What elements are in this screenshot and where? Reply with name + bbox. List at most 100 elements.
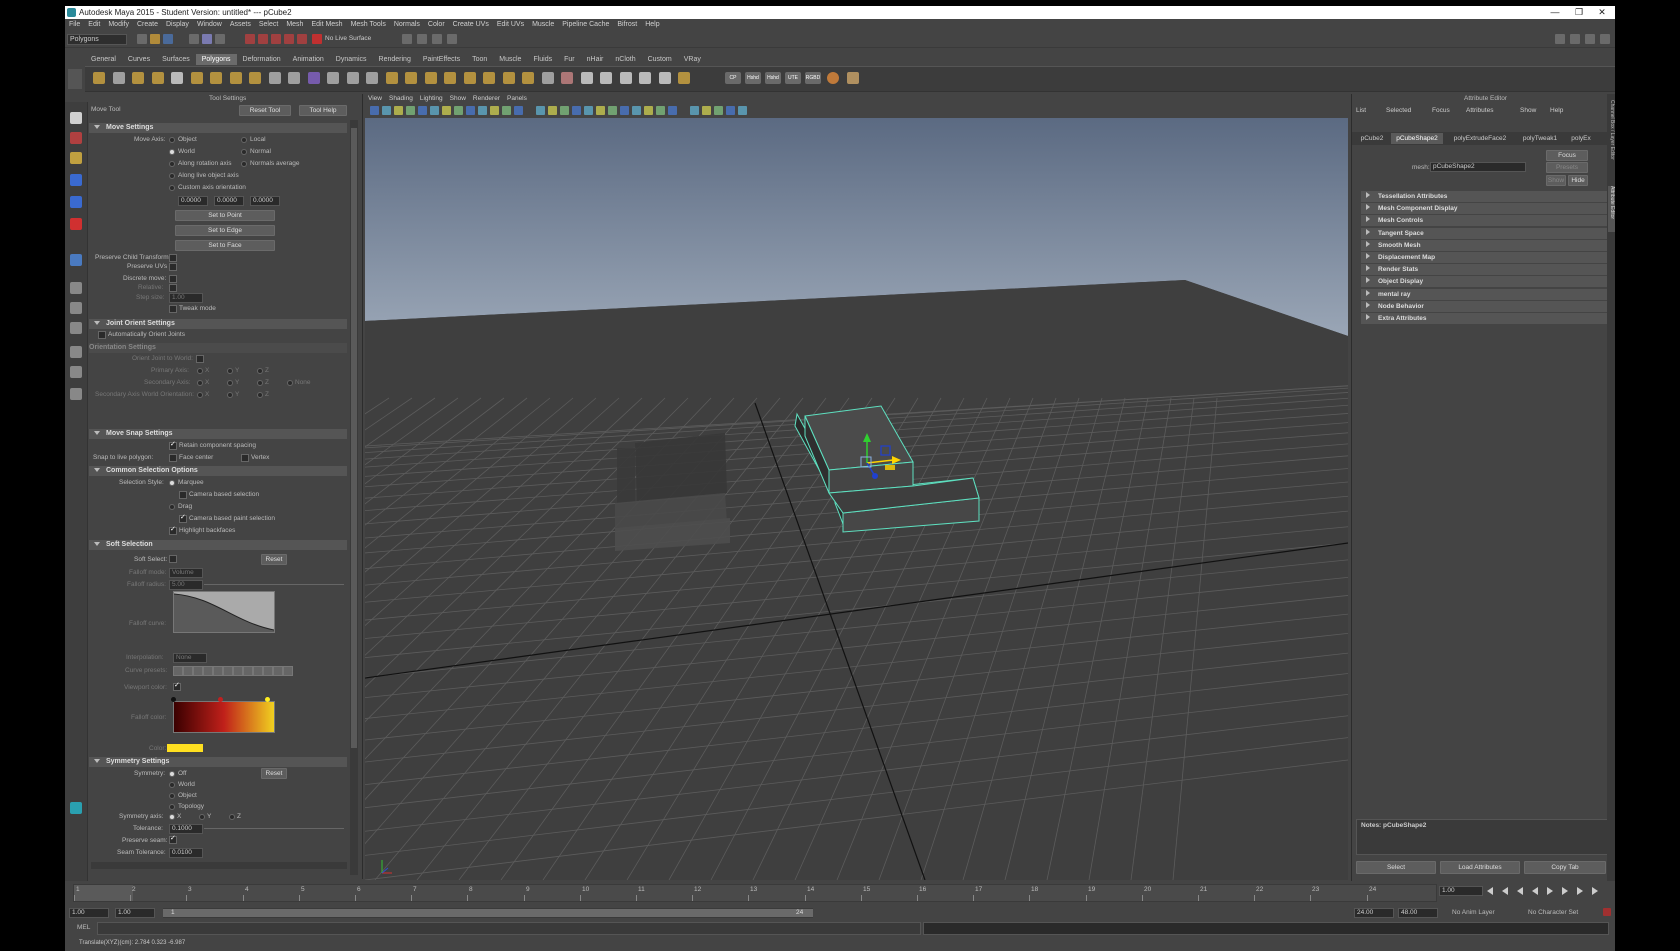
falloff-mode-dropdown[interactable]: Volume bbox=[169, 568, 203, 578]
mesh-name-field[interactable]: pCubeShape2 bbox=[1430, 162, 1526, 172]
symmetry-axis-x-radio[interactable] bbox=[169, 814, 175, 820]
render-settings-icon[interactable] bbox=[432, 34, 442, 44]
textured-icon[interactable] bbox=[584, 106, 593, 115]
shelf-tab-dynamics[interactable]: Dynamics bbox=[330, 54, 373, 65]
show-button[interactable]: Show bbox=[1546, 175, 1566, 186]
ae-tab-pcubeshape2[interactable]: pCubeShape2 bbox=[1391, 133, 1443, 144]
step-forward-frame-icon[interactable] bbox=[1562, 887, 1568, 895]
secondary_axis-x-radio[interactable] bbox=[197, 380, 203, 386]
ae-section-extra-attributes[interactable]: Extra Attributes bbox=[1361, 313, 1607, 325]
toggle-sidebar-icon[interactable] bbox=[1555, 34, 1565, 44]
split-polygon-icon[interactable] bbox=[502, 72, 515, 84]
current-time-marker[interactable] bbox=[74, 885, 133, 901]
select-component-icon[interactable] bbox=[215, 34, 225, 44]
step-forward-key-icon[interactable] bbox=[1577, 887, 1583, 895]
render-frame-icon[interactable] bbox=[402, 34, 412, 44]
grease-pencil-icon[interactable] bbox=[430, 106, 439, 115]
hshd-shelf-icon[interactable]: Hshd bbox=[745, 72, 761, 84]
viewport-color-checkbox[interactable] bbox=[173, 681, 181, 691]
auto-key-icon[interactable] bbox=[1603, 908, 1611, 916]
persp-outliner-layout-icon[interactable] bbox=[70, 346, 82, 358]
poly-pipe-icon[interactable] bbox=[249, 72, 261, 84]
shadows-icon[interactable] bbox=[596, 106, 605, 115]
horizontal-scrollbar[interactable] bbox=[91, 862, 347, 869]
ae-menu-attributes[interactable]: Attributes bbox=[1466, 107, 1493, 114]
ae-section-displacement-map[interactable]: Displacement Map bbox=[1361, 252, 1607, 264]
resolution-gate-icon[interactable] bbox=[466, 106, 475, 115]
character-set-dropdown[interactable]: No Character Set bbox=[1528, 909, 1578, 916]
grid-icon[interactable] bbox=[442, 106, 451, 115]
step-back-frame-icon[interactable] bbox=[1517, 887, 1523, 895]
joint-orient-header[interactable]: Joint Orient Settings bbox=[89, 319, 347, 329]
shelf-menu-icon[interactable] bbox=[68, 69, 82, 89]
boolean-difference-icon[interactable] bbox=[424, 72, 437, 84]
select-tool-icon[interactable] bbox=[70, 112, 82, 124]
high-quality-icon[interactable] bbox=[714, 106, 723, 115]
ae-tab-polyex[interactable]: polyEx bbox=[1566, 133, 1596, 144]
rgbd-shelf-icon[interactable]: RGBD bbox=[805, 72, 821, 84]
ae-menu-focus[interactable]: Focus bbox=[1432, 107, 1450, 114]
ae-section-tangent-space[interactable]: Tangent Space bbox=[1361, 227, 1607, 240]
anim-layer-dropdown[interactable]: No Anim Layer bbox=[1452, 909, 1495, 916]
shelf-tab-fur[interactable]: Fur bbox=[558, 54, 581, 65]
poly-sphere-icon[interactable] bbox=[93, 72, 105, 84]
start-time-field[interactable]: 1.00 bbox=[69, 908, 109, 918]
rotate-tool-icon[interactable] bbox=[70, 196, 82, 208]
smooth-shade-icon[interactable] bbox=[548, 106, 557, 115]
shelf-tab-curves[interactable]: Curves bbox=[122, 54, 156, 65]
curve-preset-icon[interactable] bbox=[273, 666, 283, 676]
reset-tool-button[interactable]: Reset Tool bbox=[239, 105, 291, 116]
curve-preset-icon[interactable] bbox=[263, 666, 273, 676]
ambient-occlusion-icon[interactable] bbox=[608, 106, 617, 115]
ae-section-mesh-component-display[interactable]: Mesh Component Display bbox=[1361, 203, 1607, 216]
menu-help[interactable]: Help bbox=[645, 19, 659, 30]
ae-tab-polyextrudeface2[interactable]: polyExtrudeFace2 bbox=[1446, 133, 1514, 144]
shelf-tab-polygons[interactable]: Polygons bbox=[195, 54, 237, 65]
bookmarks-icon[interactable] bbox=[394, 106, 403, 115]
poly-cylinder-icon[interactable] bbox=[132, 72, 144, 84]
ae-section-node-behavior[interactable]: Node Behavior bbox=[1361, 300, 1607, 313]
two-view-layout-icon[interactable] bbox=[70, 322, 82, 334]
range-track[interactable]: 1 24 bbox=[163, 908, 813, 918]
menu-create-uvs[interactable]: Create UVs bbox=[453, 19, 489, 30]
camera-attributes-icon[interactable] bbox=[382, 106, 391, 115]
panel-menu-view[interactable]: View bbox=[368, 95, 382, 102]
lasso-tool-icon[interactable] bbox=[70, 132, 82, 144]
orientation-settings-header[interactable]: Orientation Settings bbox=[89, 343, 347, 353]
menu-normals[interactable]: Normals bbox=[394, 19, 420, 30]
symmetry-header[interactable]: Symmetry Settings bbox=[89, 757, 347, 767]
channel-box-side-tab[interactable]: Channel Box / Layer Editor bbox=[1608, 100, 1615, 176]
insert-edge-loop-icon[interactable] bbox=[522, 72, 534, 84]
curve-preset-icon[interactable] bbox=[223, 666, 233, 676]
discrete-move-checkbox[interactable] bbox=[169, 275, 177, 283]
ae-section-smooth-mesh[interactable]: Smooth Mesh bbox=[1361, 239, 1607, 252]
primary_axis-y-radio[interactable] bbox=[227, 368, 233, 374]
safe-title-icon[interactable] bbox=[514, 106, 523, 115]
relative-checkbox[interactable] bbox=[169, 284, 177, 292]
snap-curve-icon[interactable] bbox=[258, 34, 268, 44]
mr-icon[interactable] bbox=[827, 72, 839, 84]
end-time-field[interactable]: 48.00 bbox=[1398, 908, 1438, 918]
motion-blur-icon[interactable] bbox=[620, 106, 629, 115]
minimize-button[interactable]: — bbox=[1545, 6, 1565, 19]
shelf-tab-ncloth[interactable]: nCloth bbox=[609, 54, 641, 65]
load-attributes-button[interactable]: Load Attributes bbox=[1440, 861, 1520, 874]
sculpt-icon[interactable] bbox=[561, 72, 573, 84]
poly-torus-icon[interactable] bbox=[190, 72, 203, 84]
snap-view-plane-icon[interactable] bbox=[284, 34, 294, 44]
curve-preset-icon[interactable] bbox=[173, 666, 183, 676]
curve-preset-icon[interactable] bbox=[283, 666, 293, 676]
offset-edge-loop-icon[interactable] bbox=[541, 72, 554, 84]
boolean-intersection-icon[interactable] bbox=[444, 72, 456, 84]
wireframe-icon[interactable] bbox=[536, 106, 545, 115]
perspective-viewport[interactable] bbox=[365, 118, 1348, 880]
menu-mesh-tools[interactable]: Mesh Tools bbox=[351, 19, 386, 30]
menu-edit-mesh[interactable]: Edit Mesh bbox=[311, 19, 342, 30]
secondary_world-x-radio[interactable] bbox=[197, 392, 203, 398]
set-to-point-button[interactable]: Set to Point bbox=[175, 210, 275, 221]
separate-icon[interactable] bbox=[346, 72, 359, 84]
falloff-radius-slider[interactable] bbox=[204, 584, 344, 585]
curve-preset-icon[interactable] bbox=[253, 666, 263, 676]
ae-section-object-display[interactable]: Object Display bbox=[1361, 276, 1607, 289]
time-track[interactable]: 1 2 3 4 5 6 7 8 9 10 11 12 13 14 15 16 17 18 19 20 21 22 23 24 bbox=[73, 884, 1437, 902]
